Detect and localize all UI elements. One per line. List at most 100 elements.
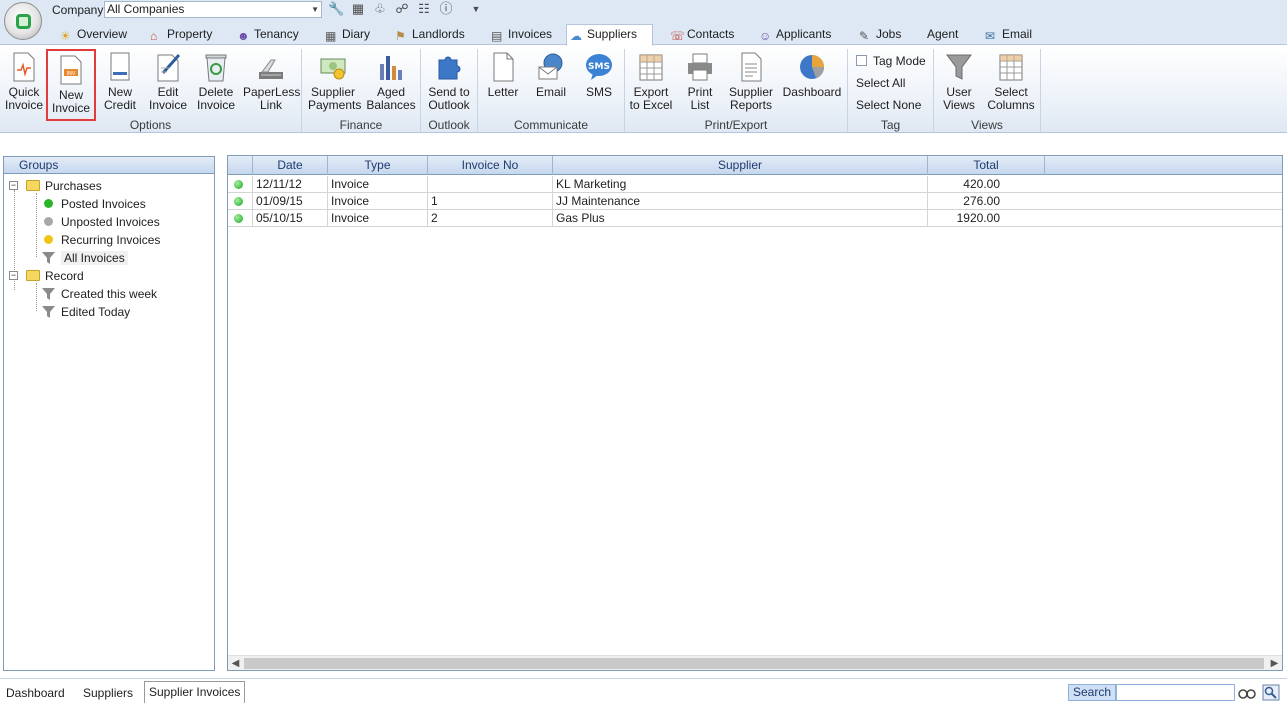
delete-invoice-button[interactable]: Delete Invoice: [196, 48, 236, 116]
green-status-icon: [234, 214, 243, 223]
table-row[interactable]: 01/09/15 Invoice 1 JJ Maintenance 276.00: [228, 193, 1282, 210]
tab-property[interactable]: ⌂ Property: [147, 25, 218, 45]
group-label-options: Options: [129, 118, 172, 132]
new-credit-icon: [110, 52, 130, 81]
checkbox-icon: [856, 55, 867, 66]
group-label-tag: Tag: [880, 118, 901, 132]
dashboard-button[interactable]: Dashboard: [782, 48, 842, 116]
collapse-icon[interactable]: −: [9, 181, 18, 190]
scroll-left-icon[interactable]: ◀: [228, 656, 243, 671]
delete-invoice-label-2: Invoice: [196, 98, 236, 112]
tree-label: All Invoices: [61, 251, 128, 265]
sms-button[interactable]: SMS SMS: [580, 48, 618, 116]
scrollbar-thumb[interactable]: [244, 658, 1264, 669]
select-none-button[interactable]: Select None: [856, 98, 921, 112]
table-row[interactable]: 12/11/12 Invoice KL Marketing 420.00: [228, 176, 1282, 193]
tab-tenancy[interactable]: ☻ Tenancy: [234, 25, 305, 45]
sms-icon: SMS: [586, 54, 612, 80]
column-header-type[interactable]: Type: [328, 156, 428, 175]
calculator-icon[interactable]: ▦: [350, 1, 366, 17]
groups-panel: Groups − Purchases Posted Invoices Unpos…: [3, 156, 215, 671]
user-views-button[interactable]: User Views: [939, 48, 979, 116]
tree-node-unposted-invoices[interactable]: Unposted Invoices: [44, 213, 160, 231]
company-select[interactable]: All Companies ▼: [104, 1, 322, 18]
collapse-icon[interactable]: −: [9, 271, 18, 280]
binoculars-icon[interactable]: [1238, 684, 1256, 701]
quick-invoice-button[interactable]: Quick Invoice: [4, 48, 44, 116]
tag-mode-checkbox[interactable]: Tag Mode: [856, 54, 926, 68]
quick-access-bar: Company All Companies ▼ 🔧 ▦ ♧ ☍ ☷ ⓘ ▼: [0, 0, 1287, 22]
advanced-search-icon[interactable]: [1262, 684, 1280, 701]
tab-suppliers[interactable]: ☁ Suppliers: [566, 24, 653, 46]
edit-invoice-label-2: Invoice: [148, 98, 188, 112]
supplier-reports-button[interactable]: Supplier Reports: [726, 48, 776, 116]
green-status-icon: [234, 197, 243, 206]
letter-button[interactable]: Letter: [484, 48, 522, 116]
network-icon[interactable]: ☍: [394, 1, 410, 17]
funnel-icon: [946, 54, 972, 80]
type-cell: Invoice: [328, 193, 428, 210]
landlord-icon: ⚑: [395, 29, 406, 43]
tab-invoices[interactable]: ▤ Invoices: [488, 25, 558, 45]
tree-node-posted-invoices[interactable]: Posted Invoices: [44, 195, 146, 213]
scroll-right-icon[interactable]: ▶: [1267, 656, 1282, 671]
app-menu-orb[interactable]: [4, 2, 42, 40]
export-to-excel-button[interactable]: Export to Excel: [628, 48, 674, 116]
column-header-status[interactable]: [228, 156, 253, 175]
sms-label: SMS: [585, 85, 612, 99]
share-icon[interactable]: ♧: [372, 1, 388, 17]
send-to-outlook-button[interactable]: Send to Outlook: [424, 48, 474, 116]
email-icon: ✉: [985, 29, 996, 43]
tab-contacts[interactable]: ☏ Contacts: [667, 25, 740, 45]
supplier-payments-button[interactable]: Supplier Payments: [308, 48, 361, 116]
column-header-total[interactable]: Total: [928, 156, 1045, 175]
new-invoice-button[interactable]: INV New Invoice: [46, 49, 96, 121]
tree-node-all-invoices[interactable]: All Invoices: [42, 249, 128, 267]
help-icon[interactable]: ⓘ: [438, 1, 454, 17]
tab-landlords[interactable]: ⚑ Landlords: [392, 25, 471, 45]
tab-jobs[interactable]: ✎ Jobs: [856, 25, 907, 45]
paperless-link-label-1: PaperLess: [243, 85, 301, 99]
search-button[interactable]: Search: [1068, 684, 1116, 701]
email-button[interactable]: Email: [532, 48, 570, 116]
column-header-supplier[interactable]: Supplier: [553, 156, 928, 175]
document-icon[interactable]: ☷: [416, 1, 432, 17]
wrench-icon[interactable]: 🔧: [328, 1, 344, 17]
edit-invoice-button[interactable]: Edit Invoice: [148, 48, 188, 116]
send-to-outlook-label-2: Outlook: [428, 98, 470, 112]
dashboard-label: Dashboard: [782, 85, 842, 99]
select-columns-button[interactable]: Select Columns: [986, 48, 1036, 116]
horizontal-scrollbar[interactable]: ◀ ▶: [228, 655, 1282, 670]
aged-balances-button[interactable]: Aged Balances: [366, 48, 416, 116]
chevron-down-icon: ▼: [311, 5, 319, 14]
status-cell: [228, 193, 253, 210]
tab-agent[interactable]: Agent: [907, 25, 964, 45]
column-header-invoice-no[interactable]: Invoice No: [428, 156, 553, 175]
tree-node-created-this-week[interactable]: Created this week: [42, 285, 157, 303]
group-label-outlook: Outlook: [428, 118, 470, 132]
tree-node-edited-today[interactable]: Edited Today: [42, 303, 130, 321]
tab-diary[interactable]: ▦ Diary: [322, 25, 376, 45]
tab-label: Diary: [342, 27, 371, 41]
select-all-button[interactable]: Select All: [856, 76, 905, 90]
edit-invoice-icon: [157, 54, 181, 82]
tab-label: Jobs: [876, 27, 902, 41]
scanner-icon: [259, 59, 283, 79]
new-credit-button[interactable]: New Credit: [100, 48, 140, 116]
dropdown-arrow-icon[interactable]: ▼: [468, 1, 484, 17]
column-header-date[interactable]: Date: [253, 156, 328, 175]
bottom-tab-supplier-invoices[interactable]: Supplier Invoices: [144, 681, 246, 703]
tab-label: Landlords: [412, 27, 465, 41]
tab-email[interactable]: ✉ Email: [982, 25, 1038, 45]
report-icon: [741, 52, 762, 82]
tab-applicants[interactable]: ☺ Applicants: [756, 25, 837, 45]
search-input[interactable]: [1116, 684, 1235, 701]
table-row[interactable]: 05/10/15 Invoice 2 Gas Plus 1920.00: [228, 210, 1282, 227]
bottom-tab-suppliers[interactable]: Suppliers: [79, 683, 137, 705]
paperless-link-button[interactable]: PaperLess Link: [243, 48, 301, 116]
bottom-tab-dashboard[interactable]: Dashboard: [2, 683, 69, 705]
print-list-button[interactable]: Print List: [680, 48, 720, 116]
export-to-excel-label-1: Export: [633, 85, 669, 99]
tab-overview[interactable]: ☀ Overview: [57, 25, 133, 45]
tree-node-recurring-invoices[interactable]: Recurring Invoices: [44, 231, 160, 249]
